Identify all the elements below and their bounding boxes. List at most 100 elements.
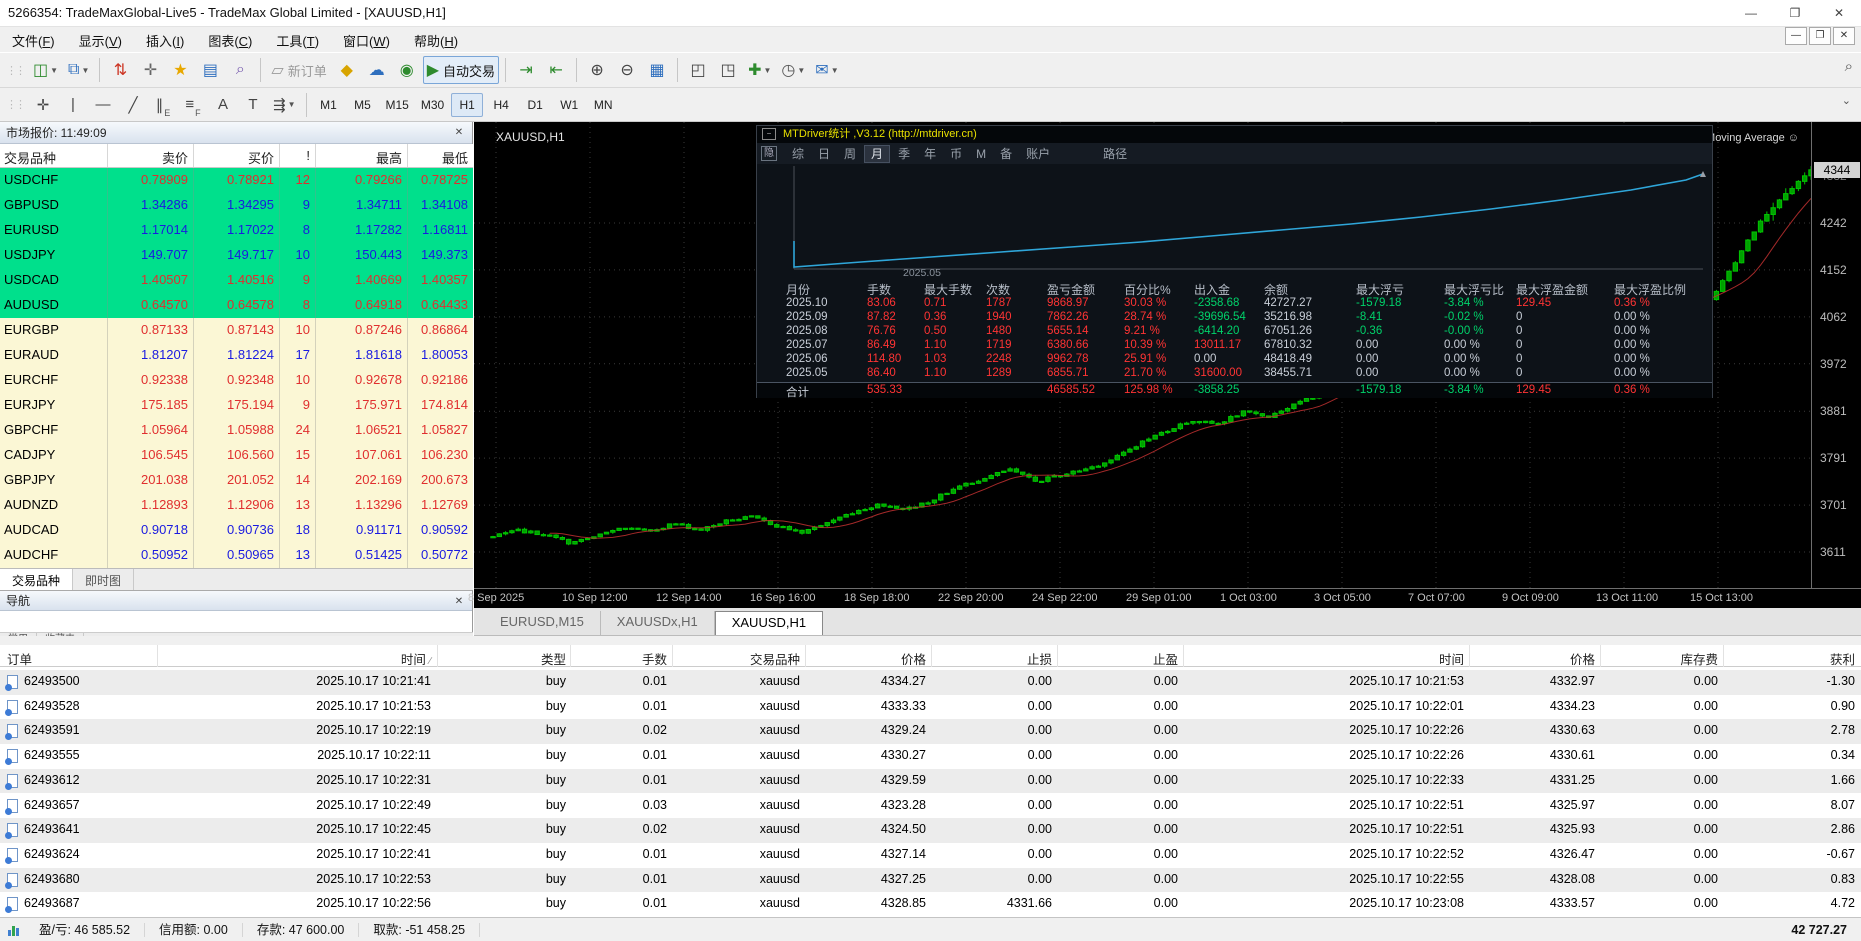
orders-col-9[interactable]: 价格	[1475, 649, 1595, 668]
chart-tab-XAUUSD-H1[interactable]: XAUUSD,H1	[714, 611, 824, 635]
orders-col-3[interactable]: 手数	[577, 649, 667, 668]
cascade-windows-icon[interactable]: ◳	[714, 56, 742, 84]
orders-col-10[interactable]: 库存费	[1603, 649, 1718, 668]
market-row-gbpchf[interactable]: GBPCHF 1.05964 1.05988 24 1.06521 1.05827	[0, 418, 473, 443]
order-row-62493591[interactable]: 62493591 2025.10.17 10:22:19 buy 0.02 xauusd…	[0, 719, 1861, 745]
stats-range-币[interactable]: 币	[944, 146, 968, 162]
order-row-62493680[interactable]: 62493680 2025.10.17 10:22:53 buy 0.01 xauusd…	[0, 867, 1861, 893]
stats-range-M[interactable]: M	[970, 146, 992, 162]
toolbar-search-icon[interactable]: ⌕	[1845, 58, 1853, 75]
price-axis[interactable]: 4242415240623972388137913701361143324344	[1811, 122, 1861, 588]
menu-i[interactable]: 插入(I)	[134, 27, 196, 54]
market-row-eurusd[interactable]: EURUSD 1.17014 1.17022 8 1.17282 1.16811	[0, 218, 473, 243]
horizontal-line-icon[interactable]: —	[89, 91, 117, 119]
menu-t[interactable]: 工具(T)	[264, 27, 331, 54]
stats-range-周[interactable]: 周	[838, 146, 862, 162]
market-watch-icon[interactable]: ⇅	[106, 56, 134, 84]
tester-icon[interactable]: ⌕	[226, 56, 254, 84]
toolbox-icon[interactable]: ▤	[196, 56, 224, 84]
mw-tab-即时图[interactable]: 即时图	[73, 569, 135, 590]
market-row-euraud[interactable]: EURAUD 1.81207 1.81224 17 1.81618 1.80053	[0, 343, 473, 368]
navigator-close-icon[interactable]: ✕	[452, 595, 466, 609]
order-row-62493657[interactable]: 62493657 2025.10.17 10:22:49 buy 0.03 xauusd…	[0, 793, 1861, 819]
chart-tab-XAUUSDx-H1[interactable]: XAUUSDx,H1	[601, 611, 715, 635]
timeframe-m15[interactable]: M15	[381, 93, 414, 117]
shapes-icon[interactable]: ⇶ ▼	[269, 91, 300, 119]
market-row-audchf[interactable]: AUDCHF 0.50952 0.50965 13 0.51425 0.50772	[0, 543, 473, 568]
menu-f[interactable]: 文件(F)	[0, 27, 67, 54]
orders-col-6[interactable]: 止损	[937, 649, 1052, 668]
market-row-audcad[interactable]: AUDCAD 0.90718 0.90736 18 0.91171 0.90592	[0, 518, 473, 543]
stats-path-button[interactable]: 路径	[1103, 145, 1127, 162]
mw-col-0[interactable]: 交易品种	[0, 144, 108, 167]
stats-range-年[interactable]: 年	[918, 146, 942, 162]
timeframe-w1[interactable]: W1	[553, 93, 585, 117]
trendline-icon[interactable]: ╱	[119, 91, 147, 119]
orders-col-11[interactable]: 获利	[1735, 649, 1855, 668]
child-restore-button[interactable]: ❐	[1809, 27, 1831, 45]
stats-range-备[interactable]: 备	[994, 146, 1018, 162]
market-row-audusd[interactable]: AUDUSD 0.64570 0.64578 8 0.64918 0.64433	[0, 293, 473, 318]
stats-range-月[interactable]: 月	[864, 145, 891, 163]
metaeditor-icon[interactable]: ◆	[333, 56, 361, 84]
auto-scroll-icon[interactable]: ⇤	[542, 56, 570, 84]
new-chart-icon[interactable]: ◫ ▼	[29, 56, 62, 84]
timeframe-m5[interactable]: M5	[347, 93, 379, 117]
market-row-cadjpy[interactable]: CADJPY 106.545 106.560 15 107.061 106.230	[0, 443, 473, 468]
timeframe-d1[interactable]: D1	[519, 93, 551, 117]
zoom-out-icon[interactable]: ⊖	[613, 56, 641, 84]
child-close-button[interactable]: ✕	[1833, 27, 1855, 45]
close-button[interactable]: ✕	[1817, 0, 1861, 26]
order-row-62493641[interactable]: 62493641 2025.10.17 10:22:45 buy 0.02 xauusd…	[0, 818, 1861, 843]
market-row-audnzd[interactable]: AUDNZD 1.12893 1.12906 13 1.13296 1.12769	[0, 493, 473, 518]
timeframe-h4[interactable]: H4	[485, 93, 517, 117]
menu-c[interactable]: 图表(C)	[196, 27, 264, 54]
orders-col-ticket[interactable]: 订单	[7, 649, 32, 668]
timeframe-mn[interactable]: MN	[587, 93, 619, 117]
data-window-icon[interactable]: ✛	[136, 56, 164, 84]
mw-col-3[interactable]: !	[280, 144, 316, 167]
orders-col-4[interactable]: 交易品种	[660, 649, 800, 668]
stats-range-账户[interactable]: 账户	[1020, 146, 1056, 162]
periods-icon[interactable]: ◷ ▼	[777, 56, 809, 84]
menu-v[interactable]: 显示(V)	[67, 27, 134, 54]
stats-range-综[interactable]: 综	[786, 146, 810, 162]
stats-range-季[interactable]: 季	[892, 146, 916, 162]
market-row-eurgbp[interactable]: EURGBP 0.87133 0.87143 10 0.87246 0.86864	[0, 318, 473, 343]
orders-col-2[interactable]: 类型	[446, 649, 566, 668]
market-row-usdcad[interactable]: USDCAD 1.40507 1.40516 9 1.40669 1.40357	[0, 268, 473, 293]
order-row-62493500[interactable]: 62493500 2025.10.17 10:21:41 buy 0.01 xauusd…	[0, 670, 1861, 695]
algo-cloud-icon[interactable]: ☁	[363, 56, 391, 84]
market-watch-close-icon[interactable]: ✕	[452, 126, 466, 140]
order-row-62493612[interactable]: 62493612 2025.10.17 10:22:31 buy 0.01 xauusd…	[0, 768, 1861, 794]
minimize-button[interactable]: —	[1729, 0, 1773, 26]
navigator-icon[interactable]: ★	[166, 56, 194, 84]
menu-h[interactable]: 帮助(H)	[402, 27, 470, 54]
stats-range-日[interactable]: 日	[812, 146, 836, 162]
stats-minimize-button[interactable]: −	[762, 128, 776, 140]
child-minimize-button[interactable]: —	[1785, 27, 1807, 45]
fibonacci-icon[interactable]: ≡ F	[179, 91, 207, 119]
toolbar-overflow-icon[interactable]: ⌄	[1842, 94, 1851, 107]
timeframe-m30[interactable]: M30	[416, 93, 449, 117]
indicators-icon[interactable]: ✚ ▼	[744, 56, 775, 84]
label-icon[interactable]: T	[239, 91, 267, 119]
chart-shift-icon[interactable]: ⇥	[512, 56, 540, 84]
market-row-usdjpy[interactable]: USDJPY 149.707 149.717 10 150.443 149.373	[0, 243, 473, 268]
channel-icon[interactable]: ∥ E	[149, 91, 177, 119]
market-row-gbpusd[interactable]: GBPUSD 1.34286 1.34295 9 1.34711 1.34108	[0, 193, 473, 218]
signals-icon[interactable]: ◉	[393, 56, 421, 84]
time-axis[interactable]: 8 Sep 2025 10 Sep 12:00 12 Sep 14:00 16 Sep…	[468, 588, 1861, 608]
market-row-eurjpy[interactable]: EURJPY 175.185 175.194 9 175.971 174.814	[0, 393, 473, 418]
mw-col-4[interactable]: 最高	[316, 144, 408, 167]
order-row-62493624[interactable]: 62493624 2025.10.17 10:22:41 buy 0.01 xauusd…	[0, 842, 1861, 868]
zoom-in-icon[interactable]: ⊕	[583, 56, 611, 84]
order-row-62493687[interactable]: 62493687 2025.10.17 10:22:56 buy 0.01 xauusd…	[0, 892, 1861, 917]
mtdriver-stats-panel[interactable]: MTDriver统计 ,V3.12 (http://mtdriver.cn) −…	[756, 125, 1713, 399]
timeframe-m1[interactable]: M1	[313, 93, 345, 117]
mail-icon[interactable]: ✉ ▼	[811, 56, 842, 84]
stats-hide-button[interactable]: 隐	[761, 146, 777, 161]
grid-icon[interactable]: ▦	[643, 56, 671, 84]
vertical-line-icon[interactable]: |	[59, 91, 87, 119]
crosshair-icon[interactable]: ✛	[29, 91, 57, 119]
